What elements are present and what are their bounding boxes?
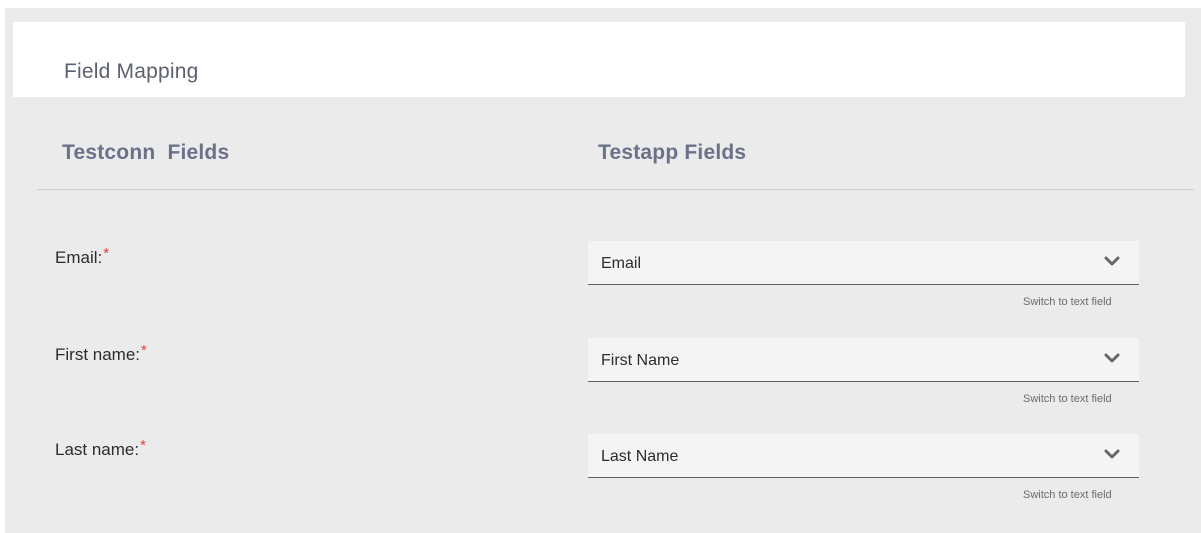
testapp-fields-header: Testapp Fields bbox=[598, 141, 747, 164]
first-name-field-select[interactable]: First Name bbox=[588, 338, 1139, 382]
first-name-switch-to-text-link[interactable]: Switch to text field bbox=[1023, 393, 1112, 405]
required-mark: * bbox=[140, 437, 146, 454]
field-mapping-panel: Field Mapping Testconn Fields Testapp Fi… bbox=[5, 8, 1201, 533]
required-mark: * bbox=[103, 245, 110, 262]
last-name-label: Last name:* bbox=[55, 437, 146, 460]
chevron-down-icon bbox=[1104, 256, 1120, 266]
first-name-select-value: First Name bbox=[601, 352, 680, 369]
email-switch-to-text-link[interactable]: Switch to text field bbox=[1023, 296, 1112, 308]
last-name-label-text: Last name: bbox=[55, 440, 140, 459]
last-name-select-value: Last Name bbox=[601, 448, 679, 465]
required-mark: * bbox=[141, 342, 147, 359]
testconn-fields-header: Testconn Fields bbox=[62, 141, 230, 164]
first-name-label: First name:* bbox=[55, 342, 147, 365]
first-name-label-text: First name: bbox=[55, 345, 141, 364]
page-title: Field Mapping bbox=[64, 60, 199, 83]
email-label: Email:* bbox=[55, 245, 110, 268]
title-card: Field Mapping bbox=[13, 22, 1185, 97]
last-name-field-select[interactable]: Last Name bbox=[588, 434, 1139, 478]
last-name-switch-to-text-link[interactable]: Switch to text field bbox=[1023, 489, 1112, 501]
email-field-select[interactable]: Email bbox=[588, 241, 1139, 285]
chevron-down-icon bbox=[1104, 353, 1120, 363]
chevron-down-icon bbox=[1104, 449, 1120, 459]
email-label-text: Email: bbox=[55, 248, 103, 267]
header-divider bbox=[37, 189, 1194, 190]
email-select-value: Email bbox=[601, 255, 642, 272]
